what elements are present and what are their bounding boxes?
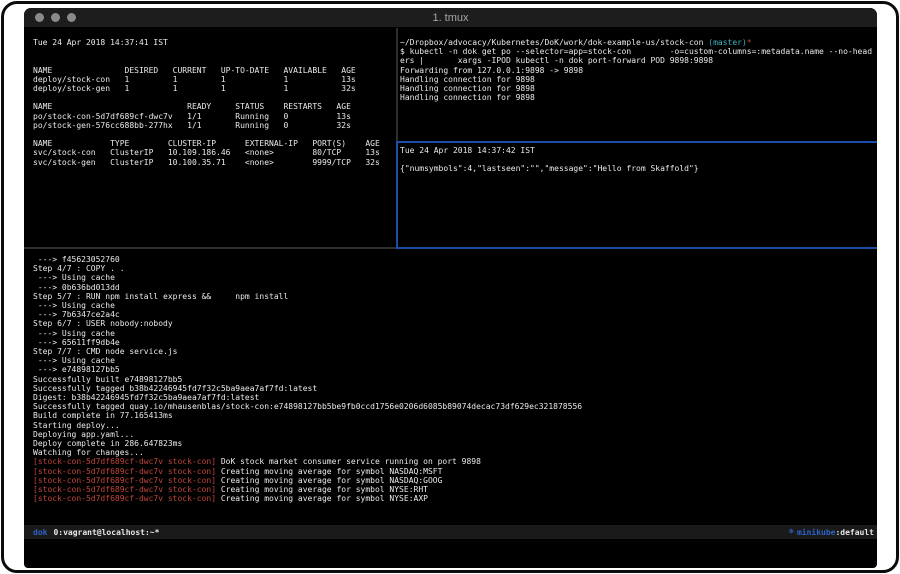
terminal-line: [stock-con-5d7df689cf-dwc7v stock-con] C… <box>33 467 873 476</box>
terminal-line: ---> Using cache <box>33 356 873 365</box>
terminal-line: ---> e74898127bb5 <box>33 365 873 374</box>
terminal-line: ---> f45623052760 <box>33 255 873 264</box>
terminal-window: 1. tmux Tue 24 Apr 2018 14:37:41 IST NAM… <box>24 8 877 568</box>
page-background: 1. tmux Tue 24 Apr 2018 14:37:41 IST NAM… <box>0 0 900 574</box>
terminal-line: NAME TYPE CLUSTER-IP EXTERNAL-IP PORT(S)… <box>33 139 397 148</box>
pane-divider-vertical-top[interactable] <box>396 28 398 141</box>
terminal-line: Forwarding from 127.0.0.1:9898 -> 9898 <box>400 66 877 75</box>
pane-divider-horizontal-right[interactable] <box>398 141 877 143</box>
terminal-line: ---> 65611ff9db4e <box>33 338 873 347</box>
tmux-status-right: ⎈ minikube :default <box>789 527 874 537</box>
terminal-line: ~/Dropbox/advocacy/Kubernetes/DoK/work/d… <box>400 38 877 47</box>
terminal-line: Digest: b38b42246945fd7f32c5ba9aea7af7fd… <box>33 393 873 402</box>
terminal-line: [stock-con-5d7df689cf-dwc7v stock-con] C… <box>33 485 873 494</box>
kube-context-name: minikube <box>797 528 836 537</box>
terminal-line: Starting deploy... <box>33 421 873 430</box>
pane-divider-horizontal-active[interactable] <box>396 247 877 249</box>
terminal-line: ---> 0b636bd013dd <box>33 283 873 292</box>
terminal-line: Step 7/7 : CMD node service.js <box>33 347 873 356</box>
terminal-line <box>33 47 397 56</box>
pane-port-forward[interactable]: ~/Dropbox/advocacy/Kubernetes/DoK/work/d… <box>400 38 877 138</box>
terminal-line: deploy/stock-con 1 1 1 1 13s <box>33 75 397 84</box>
terminal-line: ers | xargs -IPOD kubectl -n dok port-fo… <box>400 56 877 65</box>
kube-namespace: :default <box>835 528 874 537</box>
terminal-line: Successfully built e74898127bb5 <box>33 375 873 384</box>
terminal-line: Step 4/7 : COPY . . <box>33 264 873 273</box>
terminal-line: svc/stock-con ClusterIP 10.109.186.46 <n… <box>33 148 397 157</box>
pane-divider-vertical-active[interactable] <box>396 141 398 249</box>
terminal-line: {"numsymbols":4,"lastseen":"","message":… <box>400 164 877 173</box>
terminal-line <box>33 56 397 65</box>
terminal-line: [stock-con-5d7df689cf-dwc7v stock-con] C… <box>33 476 873 485</box>
tmux-content: Tue 24 Apr 2018 14:37:41 IST NAME DESIRE… <box>24 28 877 568</box>
terminal-line: Successfully tagged quay.io/mhausenblas/… <box>33 402 873 411</box>
terminal-line: Handling connection for 9898 <box>400 75 877 84</box>
terminal-line: NAME READY STATUS RESTARTS AGE <box>33 102 397 111</box>
terminal-line: [stock-con-5d7df689cf-dwc7v stock-con] C… <box>33 494 873 503</box>
pane-divider-horizontal-left[interactable] <box>24 247 396 249</box>
tmux-window-name[interactable]: 0:vagrant@localhost:~* <box>53 528 159 537</box>
helm-icon: ⎈ <box>789 527 794 537</box>
terminal-line: ---> Using cache <box>33 273 873 282</box>
window-title: 1. tmux <box>24 8 877 28</box>
terminal-line: ---> Using cache <box>33 301 873 310</box>
terminal-line: Successfully tagged b38b42246945fd7f32c5… <box>33 384 873 393</box>
terminal-line: [stock-con-5d7df689cf-dwc7v stock-con] D… <box>33 457 873 466</box>
tmux-session-name[interactable]: dok <box>33 528 47 537</box>
terminal-line: Watching for changes... <box>33 448 873 457</box>
terminal-line: Deploy complete in 286.647823ms <box>33 439 873 448</box>
terminal-line: Tue 24 Apr 2018 14:37:41 IST <box>33 38 397 47</box>
terminal-line: NAME DESIRED CURRENT UP-TO-DATE AVAILABL… <box>33 66 397 75</box>
terminal-line: ---> 7b6347ce2a4c <box>33 310 873 319</box>
terminal-line <box>33 130 397 139</box>
pane-skaffold-log[interactable]: ---> f45623052760Step 4/7 : COPY . . ---… <box>33 255 873 521</box>
terminal-line: $ kubectl -n dok get po --selector=app=s… <box>400 47 877 56</box>
terminal-line: Deploying app.yaml... <box>33 430 873 439</box>
terminal-line: Step 5/7 : RUN npm install express && np… <box>33 292 873 301</box>
terminal-line: svc/stock-gen ClusterIP 10.100.35.71 <no… <box>33 158 397 167</box>
pane-kubectl-watch[interactable]: Tue 24 Apr 2018 14:37:41 IST NAME DESIRE… <box>33 38 397 241</box>
terminal-line: deploy/stock-gen 1 1 1 1 32s <box>33 84 397 93</box>
terminal-line: Handling connection for 9898 <box>400 84 877 93</box>
terminal-line: ---> Using cache <box>33 329 873 338</box>
terminal-line: Build complete in 77.165413ms <box>33 411 873 420</box>
terminal-line: Tue 24 Apr 2018 14:37:42 IST <box>400 146 877 155</box>
pane-service-output[interactable]: Tue 24 Apr 2018 14:37:42 IST {"numsymbol… <box>400 146 877 244</box>
terminal-line: po/stock-gen-576cc688bb-277hx 1/1 Runnin… <box>33 121 397 130</box>
terminal-line: po/stock-con-5d7df689cf-dwc7v 1/1 Runnin… <box>33 112 397 121</box>
tmux-status-bar: dok 0:vagrant@localhost:~* ⎈ minikube :d… <box>24 525 877 539</box>
terminal-line: Handling connection for 9898 <box>400 93 877 102</box>
terminal-line: Step 6/7 : USER nobody:nobody <box>33 319 873 328</box>
terminal-line <box>33 93 397 102</box>
window-titlebar[interactable]: 1. tmux <box>24 8 877 28</box>
terminal-line <box>400 155 877 164</box>
